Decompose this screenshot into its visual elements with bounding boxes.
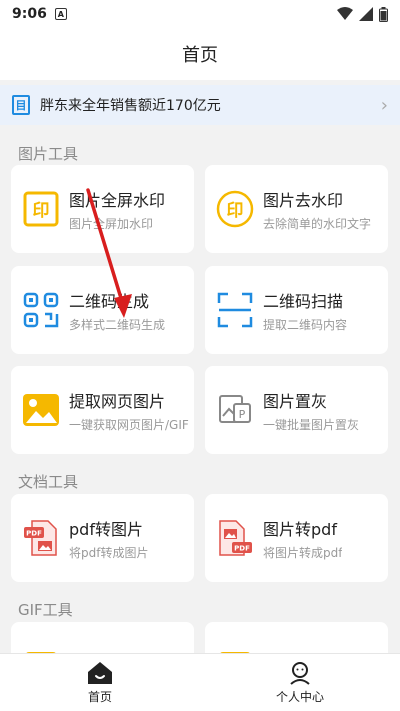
card-title: 图片置灰: [263, 391, 328, 411]
user-icon: [290, 661, 310, 685]
seal-round-icon: 印: [215, 189, 255, 229]
card-image-to-pdf[interactable]: PDF 图片转pdf 将图片转成pdf: [205, 494, 388, 582]
seal-icon: 印: [21, 189, 61, 229]
card-pdf-to-image[interactable]: PDF pdf转图片 将pdf转成图片: [11, 494, 194, 582]
card-title: 提取网页图片: [69, 391, 166, 411]
card-title: 图片全屏水印: [69, 190, 166, 210]
seal-glyph: 印: [33, 201, 50, 221]
scan-icon: [215, 290, 255, 330]
news-banner[interactable]: 目 胖东来全年销售额近170亿元 ›: [0, 85, 400, 125]
card-subtitle: 将pdf转成图片: [69, 545, 149, 560]
card-fullscreen-watermark[interactable]: 印 图片全屏水印 图片全屏加水印: [11, 165, 194, 253]
clock: 9:06: [12, 6, 47, 22]
card-qr-generate[interactable]: 二维码生成 多样式二维码生成: [11, 266, 194, 354]
app-header: 首页: [0, 28, 400, 80]
qr-icon: [21, 290, 61, 330]
card-title: 二维码生成: [69, 291, 150, 311]
tab-home[interactable]: 首页: [0, 654, 200, 711]
tab-profile-label: 个人中心: [275, 689, 324, 704]
gray-image-icon: P: [215, 390, 255, 430]
card-subtitle: 一键批量图片置灰: [263, 417, 360, 432]
signal-icon: [359, 7, 373, 21]
battery-icon: [379, 6, 388, 22]
tab-profile[interactable]: 个人中心: [200, 654, 400, 711]
page-title: 首页: [182, 45, 218, 66]
status-bar: 9:06 A: [0, 0, 400, 28]
section-title-doc-tools: 文档工具: [18, 473, 79, 491]
notification-icon: A: [54, 8, 67, 20]
card-subtitle: 将图片转成pdf: [263, 545, 343, 560]
news-text: 胖东来全年销售额近170亿元: [40, 98, 221, 114]
card-remove-watermark[interactable]: 印 图片去水印 去除简单的水印文字: [205, 165, 388, 253]
gray-image-glyph: P: [239, 408, 246, 421]
card-extract-web-images[interactable]: 提取网页图片 一键获取网页图片/GIF: [11, 366, 194, 454]
card-title: 二维码扫描: [263, 291, 344, 311]
seal-round-glyph: 印: [227, 201, 244, 221]
tab-home-label: 首页: [87, 689, 112, 704]
status-icons: [337, 6, 388, 22]
card-qr-scan[interactable]: 二维码扫描 提取二维码内容: [205, 266, 388, 354]
section-title-gif-tools: GIF工具: [18, 601, 73, 619]
card-grayscale[interactable]: P 图片置灰 一键批量图片置灰: [205, 366, 388, 454]
image-icon: [21, 390, 61, 430]
card-subtitle: 一键获取网页图片/GIF: [69, 417, 189, 432]
bottom-tab-bar: 首页 个人中心: [0, 653, 400, 711]
card-title: 图片转pdf: [263, 519, 337, 539]
card-subtitle: 多样式二维码生成: [69, 317, 166, 332]
pdf-icon: PDF: [21, 518, 61, 558]
card-subtitle: 去除简单的水印文字: [263, 216, 372, 231]
pdf-glyph: PDF: [26, 530, 42, 538]
card-subtitle: 图片全屏加水印: [69, 216, 154, 231]
home-icon: [88, 661, 112, 684]
pdf-glyph: PDF: [234, 545, 250, 553]
news-icon: 目: [12, 95, 30, 115]
card-subtitle: 提取二维码内容: [263, 317, 348, 332]
pdf-icon: PDF: [215, 518, 255, 558]
chevron-right-icon: ›: [380, 94, 388, 116]
card-title: pdf转图片: [69, 519, 143, 539]
section-title-image-tools: 图片工具: [18, 145, 79, 163]
card-title: 图片去水印: [263, 190, 344, 210]
wifi-icon: [337, 7, 353, 20]
